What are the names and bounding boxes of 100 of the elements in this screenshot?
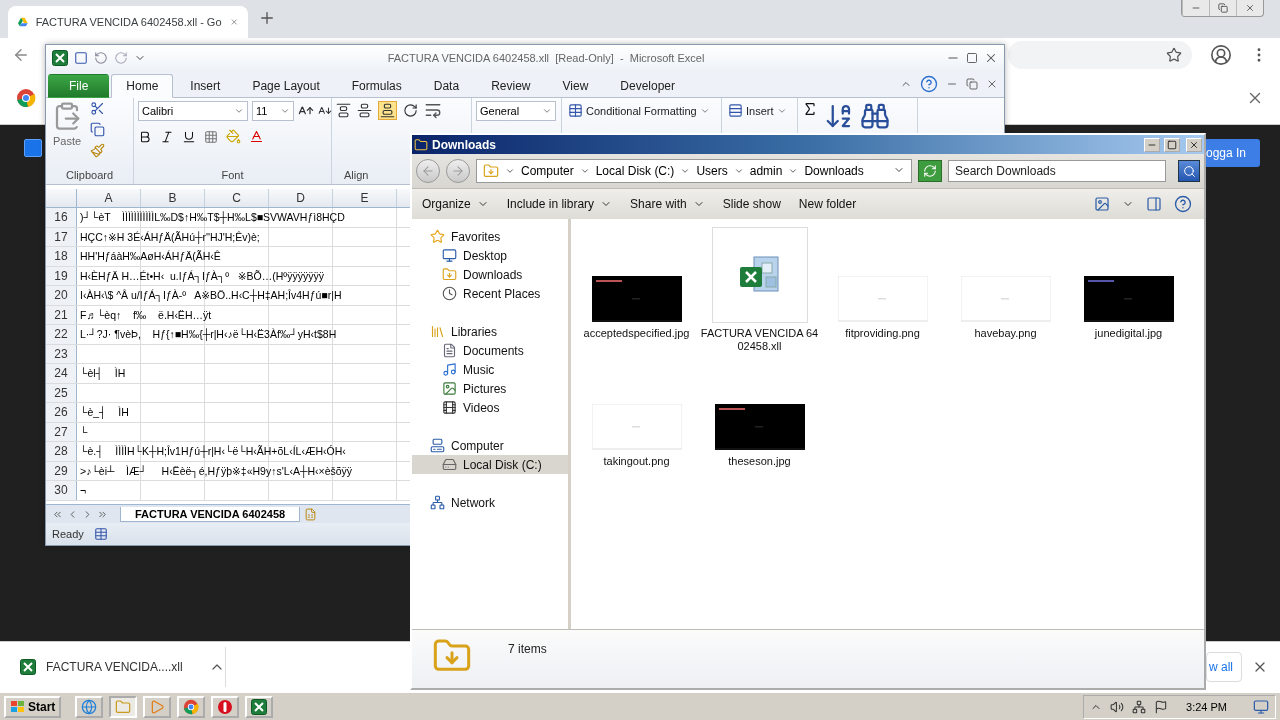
undo-icon[interactable] (94, 51, 108, 65)
help-icon[interactable] (1174, 195, 1192, 213)
row-number[interactable]: 26 (46, 403, 77, 422)
nav-item[interactable]: Pictures (412, 379, 568, 398)
show-all-button[interactable]: w all (1206, 652, 1242, 682)
insert-button[interactable]: Insert (726, 101, 789, 120)
sheet-tab[interactable]: FACTURA VENCIDA 6402458 (120, 506, 301, 522)
caret-icon[interactable] (788, 166, 799, 176)
breadcrumb-item[interactable]: Computer (521, 164, 574, 178)
caret-icon[interactable] (733, 166, 744, 176)
ribbon-tab[interactable]: Home (111, 74, 174, 98)
number-format-select[interactable]: General (476, 101, 556, 121)
breadcrumb-item[interactable]: Users (696, 164, 728, 178)
font-color-icon[interactable] (249, 129, 264, 144)
row-number[interactable]: 24 (46, 364, 77, 383)
nav-item[interactable]: Favorites (412, 227, 568, 246)
column-header[interactable]: B (141, 189, 205, 207)
start-button[interactable]: Start (4, 695, 62, 718)
file-name[interactable]: fitproviding.png (823, 327, 942, 340)
column-header[interactable]: D (269, 189, 333, 207)
speaker-icon[interactable] (1110, 699, 1125, 714)
ribbon-tab[interactable]: Developer (605, 74, 690, 98)
bold-icon[interactable] (138, 129, 152, 144)
toolbar-button[interactable]: Organize (416, 197, 495, 211)
sum-icon[interactable] (802, 101, 818, 117)
toolbar-button[interactable]: Slide show (716, 197, 787, 211)
wrap-text-icon[interactable] (424, 101, 442, 119)
star-icon[interactable] (1166, 47, 1182, 63)
align-middle-icon[interactable] (357, 103, 372, 118)
nav-item[interactable]: Desktop (412, 246, 568, 265)
nav-item[interactable]: Computer (412, 436, 568, 455)
conditional-formatting-button[interactable]: Conditional Formatting (566, 101, 712, 120)
file-name[interactable]: acceptedspecified.jpg (577, 327, 696, 340)
italic-icon[interactable] (160, 129, 174, 144)
view-icon[interactable] (1094, 196, 1110, 212)
close-icon[interactable] (986, 78, 998, 90)
align-top-icon[interactable] (336, 103, 351, 118)
file-name[interactable]: junedigital.jpg (1069, 327, 1188, 340)
toolbar-button[interactable]: Share with (624, 197, 711, 211)
copy-icon[interactable] (90, 122, 105, 137)
breadcrumb-item[interactable]: Downloads (804, 164, 864, 178)
fill-color-icon[interactable] (226, 129, 241, 144)
search-button[interactable] (1178, 160, 1200, 182)
scissors-icon[interactable] (90, 101, 105, 116)
ribbon-tab[interactable]: View (547, 74, 604, 98)
maximize-icon[interactable] (966, 52, 978, 64)
toolbar-button[interactable]: Include in library (500, 197, 619, 211)
taskbar-app-button[interactable] (177, 695, 206, 718)
nav-item[interactable]: Downloads (412, 265, 568, 284)
taskbar-app-button[interactable] (245, 695, 274, 718)
nav-item[interactable]: Videos (412, 398, 568, 417)
file-name[interactable]: FACTURA VENCIDA 6402458.xll (700, 327, 819, 353)
close-icon[interactable] (984, 51, 998, 65)
column-header[interactable]: C (205, 189, 269, 207)
ribbon-tab[interactable]: Review (476, 74, 546, 98)
caret-icon[interactable] (680, 166, 691, 176)
paste-button[interactable]: Paste (50, 101, 84, 147)
nav-item[interactable]: Documents (412, 341, 568, 360)
font-select[interactable]: Calibri (138, 101, 248, 121)
search-field[interactable]: Search Downloads (948, 160, 1166, 182)
taskbar-app-button[interactable] (75, 695, 104, 718)
ribbon-tab[interactable]: Insert (175, 74, 236, 98)
orientation-icon[interactable] (403, 103, 418, 118)
file-name[interactable]: takingout.png (577, 455, 696, 468)
underline-icon[interactable] (182, 129, 196, 144)
address-field[interactable] (1008, 41, 1192, 69)
row-number[interactable]: 16 (46, 208, 77, 227)
download-file-name[interactable]: FACTURA VENCIDA....xll (46, 660, 199, 674)
maximize-button[interactable] (1164, 137, 1180, 152)
browser-tab[interactable]: FACTURA VENCIDA 6402458.xll - Go (8, 6, 248, 38)
toolbar-button[interactable]: New folder (792, 197, 863, 211)
restore-icon[interactable] (966, 78, 978, 90)
caret-icon[interactable] (579, 166, 590, 176)
nav-item[interactable]: Music (412, 360, 568, 379)
back-button[interactable] (416, 159, 440, 183)
row-number[interactable]: 22 (46, 325, 77, 344)
nav-item[interactable]: Libraries (412, 322, 568, 341)
nav-item[interactable]: Network (412, 493, 568, 512)
sign-in-button[interactable]: ogga In (1203, 139, 1260, 167)
forward-button[interactable] (446, 159, 470, 183)
help-icon[interactable] (920, 75, 938, 93)
column-header[interactable]: A (77, 189, 141, 207)
paintbrush-icon[interactable] (90, 143, 105, 158)
ribbon-tab[interactable]: Data (418, 74, 475, 98)
clock[interactable]: 3:24 PM (1186, 700, 1227, 713)
monitor-icon[interactable] (1253, 698, 1269, 715)
row-number[interactable]: 30 (46, 481, 77, 500)
network-icon[interactable] (1132, 699, 1147, 714)
row-number[interactable]: 28 (46, 442, 77, 461)
file-tab[interactable]: File (48, 74, 110, 98)
binoculars-icon[interactable] (860, 101, 890, 131)
taskbar-app-button[interactable] (211, 695, 240, 718)
caret-icon[interactable] (505, 166, 515, 176)
nav-item[interactable]: Recent Places (412, 284, 568, 303)
flag-icon[interactable] (1154, 699, 1169, 714)
file-name[interactable]: havebay.png (946, 327, 1065, 340)
nav-item[interactable]: Local Disk (C:) (412, 455, 568, 474)
address-bar[interactable]: Computer Local Disk (C:) Users admin Downloads (476, 159, 912, 183)
profile-icon[interactable] (1210, 44, 1232, 66)
align-bottom-button[interactable] (378, 101, 397, 120)
